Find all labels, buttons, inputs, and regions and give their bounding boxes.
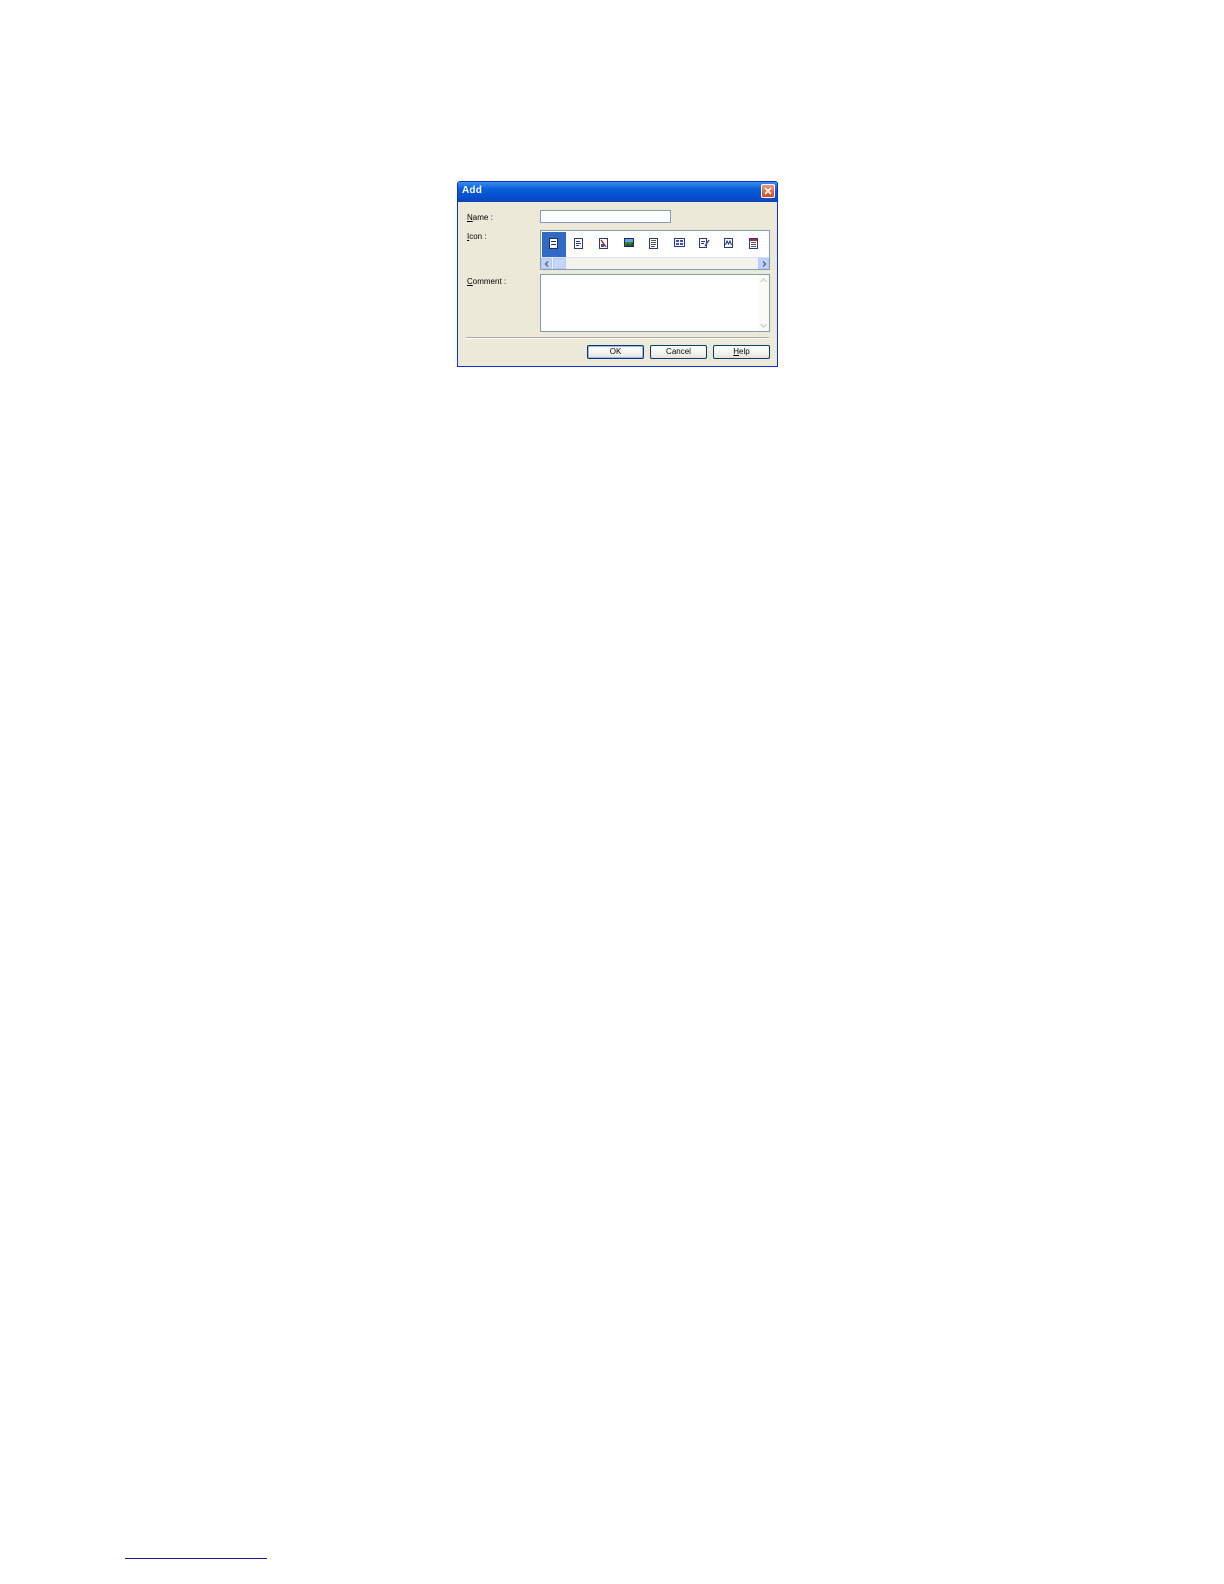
chevron-up-icon [760,278,767,283]
close-button[interactable] [761,184,775,198]
icon-horizontal-scrollbar[interactable] [541,257,769,269]
dialog-title: Add [462,185,483,196]
list-document-icon [649,238,658,249]
icon-option-pencil-document[interactable] [692,232,716,257]
cancel-button[interactable]: Cancel [650,345,707,359]
name-label: Name : [467,213,493,222]
icon-option-grid-document[interactable] [667,232,691,257]
title-bar[interactable]: Add [458,182,777,202]
red-document-icon [599,238,608,249]
chevron-right-icon [762,261,767,267]
icon-option-list-document[interactable] [642,232,666,257]
icon-option-text-document[interactable] [567,232,591,257]
comment-vertical-scrollbar[interactable] [758,275,769,331]
icon-option-image[interactable] [617,232,641,257]
icon-row [542,232,768,257]
icon-option-signature[interactable] [717,232,741,257]
image-icon [624,238,634,247]
text-document-icon [574,238,583,249]
help-button[interactable]: Help [713,345,770,359]
icon-option-red-document[interactable] [592,232,616,257]
grid-document-icon [674,238,685,247]
comment-textarea[interactable] [540,274,770,332]
ok-button[interactable]: OK [587,345,644,359]
chevron-left-icon [544,261,549,267]
comment-label: Comment : [467,277,507,286]
footnote-rule [125,1558,267,1559]
scroll-thumb[interactable] [553,258,566,269]
pencil-document-icon [699,238,710,248]
close-icon [764,187,772,195]
signature-icon [724,238,733,248]
icon-label: Icon : [467,232,487,241]
icon-option-document[interactable] [542,232,566,257]
calendar-icon [749,238,758,249]
name-input[interactable] [540,210,671,223]
chevron-down-icon [760,323,767,328]
document-icon [549,238,558,249]
button-separator [466,337,769,339]
scroll-right-button[interactable] [758,258,769,269]
icon-picker[interactable] [540,230,770,270]
scroll-left-button[interactable] [541,258,552,269]
icon-option-calendar[interactable] [742,232,766,257]
add-dialog: Add Name : Icon : Comment: OK Cancel He… [457,181,778,367]
